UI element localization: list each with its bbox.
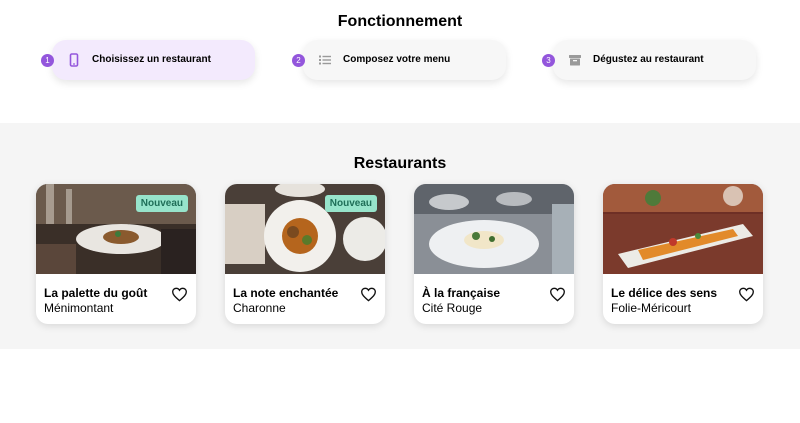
step-number: 3 — [542, 54, 555, 67]
restaurant-card[interactable]: Le délice des sens Folie-Méricourt — [603, 184, 763, 324]
step-3: Dégustez au restaurant 3 — [542, 40, 756, 80]
restaurant-name: À la française — [422, 286, 501, 300]
restaurant-area: Charonne — [233, 301, 286, 315]
how-it-works-title: Fonctionnement — [337, 13, 463, 30]
step-card: Choisissez un restaurant — [52, 40, 255, 80]
step-1: Choisissez un restaurant 1 — [41, 40, 255, 80]
archive-icon — [569, 55, 581, 66]
restaurant-card[interactable]: À la française Cité Rouge — [414, 184, 574, 324]
step-label: Composez votre menu — [343, 54, 451, 65]
how-it-works-section: Fonctionnement Choisissez un restaurant … — [0, 0, 800, 123]
restaurant-area: Folie-Méricourt — [611, 301, 692, 315]
restaurant-card[interactable]: Nouveau La palette du goût Ménimontant — [36, 184, 196, 324]
restaurant-area: Ménimontant — [44, 301, 114, 315]
heart-icon[interactable] — [549, 287, 566, 302]
step-2: Composez votre menu 2 — [292, 40, 506, 80]
step-label: Choisissez un restaurant — [92, 54, 211, 65]
restaurant-name: Le délice des sens — [611, 286, 718, 300]
restaurant-photo — [603, 184, 763, 274]
smartphone-icon — [69, 53, 79, 67]
step-number: 1 — [41, 54, 54, 67]
heart-icon[interactable] — [171, 287, 188, 302]
restaurant-area: Cité Rouge — [422, 301, 483, 315]
new-badge: Nouveau — [324, 195, 377, 212]
restaurant-photo — [414, 184, 574, 274]
step-label: Dégustez au restaurant — [593, 54, 704, 65]
restaurant-card[interactable]: Nouveau La note enchantée Charonne — [225, 184, 385, 324]
step-card: Dégustez au restaurant — [553, 40, 756, 80]
heart-icon[interactable] — [738, 287, 755, 302]
step-card: Composez votre menu — [303, 40, 506, 80]
restaurants-title: Restaurants — [353, 155, 447, 172]
restaurant-name: La palette du goût — [44, 286, 148, 300]
new-badge: Nouveau — [135, 195, 188, 212]
step-number: 2 — [292, 54, 305, 67]
restaurant-name: La note enchantée — [233, 286, 339, 300]
restaurants-section: Restaurants Nouveau La palette du goût M… — [0, 123, 800, 349]
heart-icon[interactable] — [360, 287, 377, 302]
list-icon — [319, 55, 331, 65]
